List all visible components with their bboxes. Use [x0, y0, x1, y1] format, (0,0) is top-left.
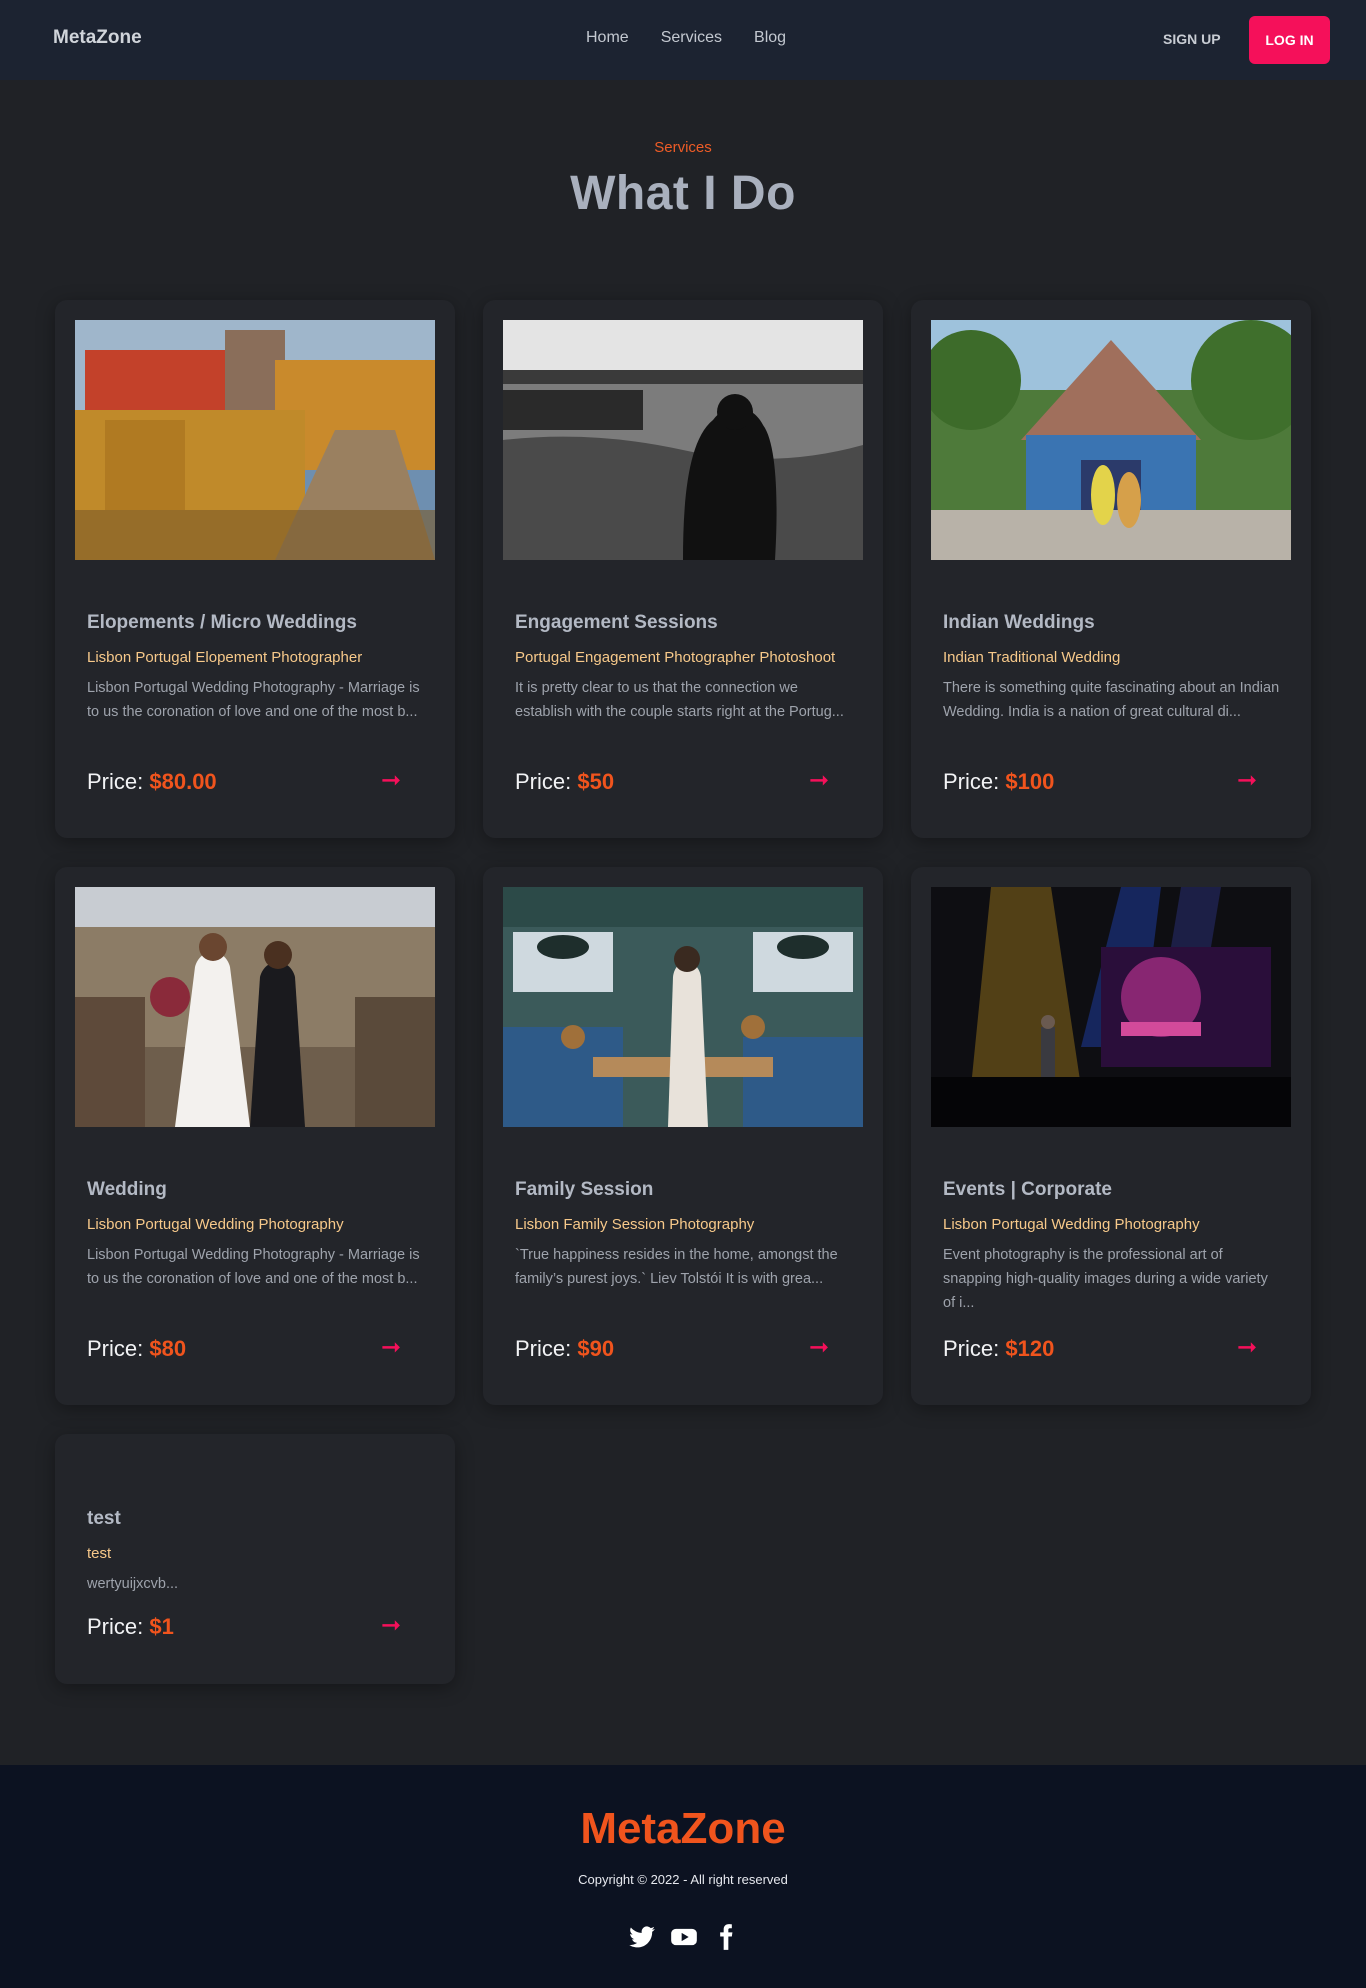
price-value: $80.00 — [149, 769, 217, 794]
card-title: Events | Corporate — [943, 1179, 1112, 1200]
card-description: There is something quite fascinating abo… — [943, 680, 1280, 720]
price-label: Price: — [515, 769, 572, 794]
card-price: Price: $100 — [943, 769, 1054, 795]
arrow-right-icon[interactable]: ➞ — [381, 766, 401, 795]
arrow-right-icon[interactable]: ➞ — [381, 1333, 401, 1362]
price-label: Price: — [87, 769, 144, 794]
twitter-icon[interactable] — [628, 1923, 656, 1951]
card-description: It is pretty clear to us that the connec… — [515, 680, 844, 720]
card-price: Price: $80 — [87, 1336, 186, 1362]
card-subtitle: Lisbon Portugal Wedding Photography — [87, 1216, 344, 1233]
price-label: Price: — [515, 1336, 572, 1361]
card-description: wertyuijxcvb... — [87, 1576, 179, 1592]
service-card: Family Session Lisbon Family Session Pho… — [483, 867, 883, 1405]
card-title: Family Session — [515, 1179, 654, 1200]
nav-link-blog[interactable]: Blog — [754, 29, 786, 47]
card-price: Price: $120 — [943, 1336, 1054, 1362]
silhouette-photo — [503, 320, 863, 560]
stage-event-photo — [931, 887, 1291, 1127]
section-eyebrow: Services — [654, 139, 712, 156]
price-value: $120 — [1005, 1336, 1055, 1361]
castle-photo — [75, 320, 435, 560]
card-subtitle: Lisbon Family Session Photography — [515, 1216, 755, 1233]
arrow-right-icon[interactable]: ➞ — [809, 1333, 829, 1362]
family-bus-photo — [503, 887, 863, 1127]
card-description: Lisbon Portugal Wedding Photography - Ma… — [87, 680, 420, 720]
card-subtitle: Lisbon Portugal Elopement Photographer — [87, 649, 363, 666]
footer: MetaZone Copyright © 2022 - All right re… — [0, 1765, 1366, 1988]
service-card: test test wertyuijxcvb... Price: $1 ➞ — [55, 1434, 455, 1684]
arrow-right-icon[interactable]: ➞ — [1237, 1333, 1257, 1362]
price-label: Price: — [943, 769, 1000, 794]
price-value: $80 — [149, 1336, 187, 1361]
footer-copyright: Copyright © 2022 - All right reserved — [578, 1872, 788, 1887]
service-image — [931, 320, 1291, 560]
brand-logo[interactable]: MetaZone — [53, 27, 142, 49]
youtube-icon[interactable] — [670, 1923, 698, 1951]
service-card: Indian Weddings Indian Traditional Weddi… — [911, 300, 1311, 838]
card-description: Lisbon Portugal Wedding Photography - Ma… — [87, 1247, 420, 1287]
price-value: $90 — [577, 1336, 615, 1361]
page-title: What I Do — [570, 167, 796, 220]
navbar: MetaZone Home Services Blog SIGN UP LOG … — [0, 0, 1366, 80]
garden-pavilion-photo — [931, 320, 1291, 560]
card-title: test — [87, 1508, 121, 1529]
card-subtitle: test — [87, 1545, 112, 1562]
card-description: `True happiness resides in the home, amo… — [515, 1247, 838, 1287]
arrow-right-icon[interactable]: ➞ — [381, 1611, 401, 1640]
card-title: Elopements / Micro Weddings — [87, 612, 357, 633]
card-price: Price: $90 — [515, 1336, 614, 1362]
service-image — [503, 887, 863, 1127]
card-price: Price: $50 — [515, 769, 614, 795]
card-title: Wedding — [87, 1179, 167, 1200]
service-card: Wedding Lisbon Portugal Wedding Photogra… — [55, 867, 455, 1405]
card-subtitle: Portugal Engagement Photographer Photosh… — [515, 649, 836, 666]
price-value: $100 — [1005, 769, 1055, 794]
card-subtitle: Lisbon Portugal Wedding Photography — [943, 1216, 1200, 1233]
arrow-right-icon[interactable]: ➞ — [1237, 766, 1257, 795]
arrow-right-icon[interactable]: ➞ — [809, 766, 829, 795]
price-value: $50 — [577, 769, 615, 794]
price-label: Price: — [87, 1614, 144, 1639]
service-image — [75, 320, 435, 560]
card-price: Price: $80.00 — [87, 769, 217, 795]
footer-brand: MetaZone — [580, 1804, 786, 1853]
log-in-button[interactable]: LOG IN — [1249, 16, 1330, 64]
card-description: Event photography is the professional ar… — [943, 1247, 1268, 1311]
service-card: Events | Corporate Lisbon Portugal Weddi… — [911, 867, 1311, 1405]
service-image — [931, 887, 1291, 1127]
service-image — [75, 887, 435, 1127]
sign-up-link[interactable]: SIGN UP — [1163, 31, 1221, 47]
card-title: Engagement Sessions — [515, 612, 718, 633]
card-price: Price: $1 — [87, 1614, 174, 1640]
service-card: Engagement Sessions Portugal Engagement … — [483, 300, 883, 838]
nav-link-services[interactable]: Services — [661, 29, 722, 47]
social-links — [628, 1923, 740, 1951]
card-title: Indian Weddings — [943, 612, 1095, 633]
facebook-icon[interactable] — [712, 1923, 740, 1951]
service-image — [503, 320, 863, 560]
card-subtitle: Indian Traditional Wedding — [943, 649, 1121, 666]
price-value: $1 — [149, 1614, 174, 1639]
price-label: Price: — [87, 1336, 144, 1361]
wedding-couple-photo — [75, 887, 435, 1127]
nav-link-home[interactable]: Home — [586, 29, 629, 47]
nav-links: Home Services Blog — [586, 29, 786, 47]
price-label: Price: — [943, 1336, 1000, 1361]
service-card: Elopements / Micro Weddings Lisbon Portu… — [55, 300, 455, 838]
